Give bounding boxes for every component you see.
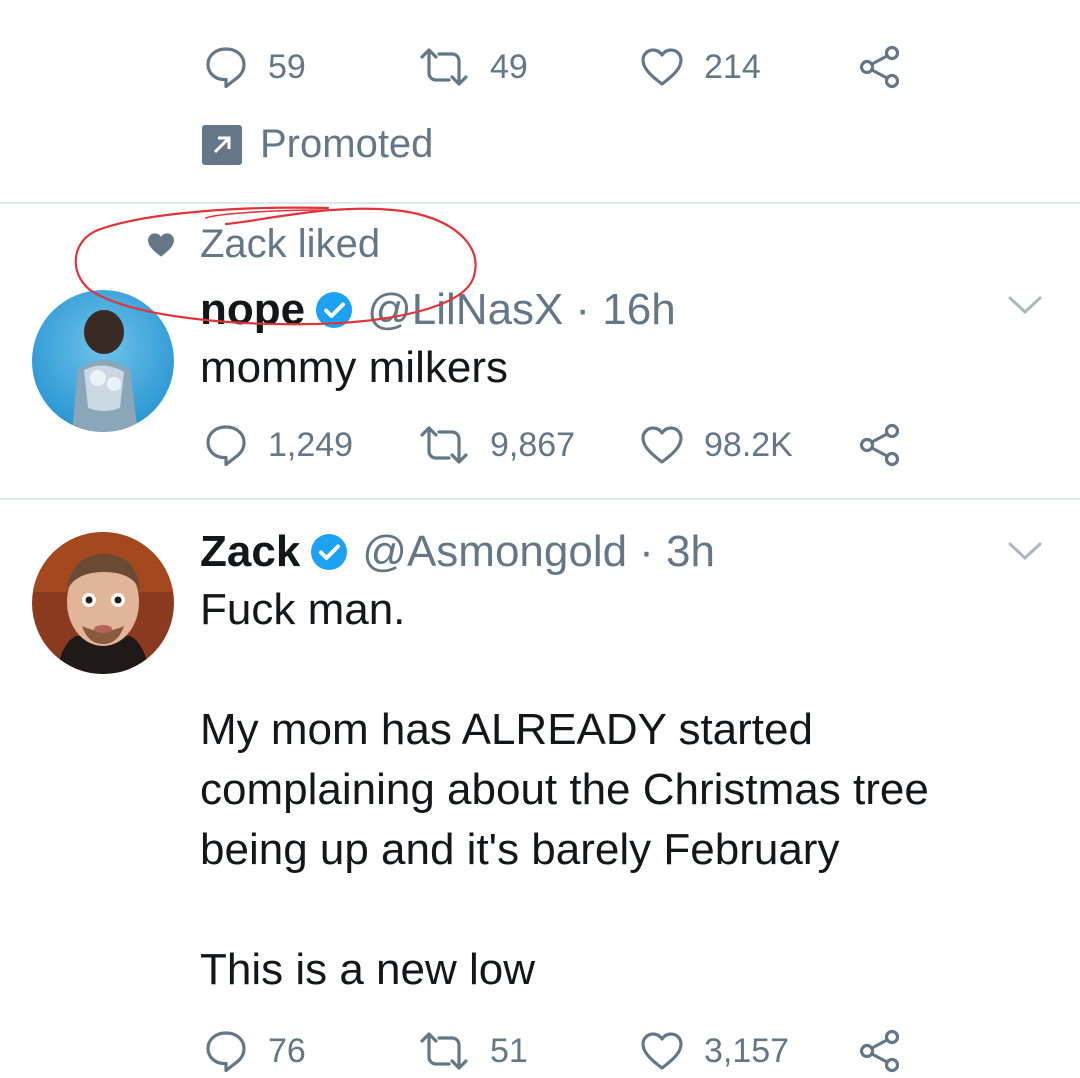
user-handle[interactable]: @Asmongold bbox=[362, 527, 627, 577]
tweet-time: · 16h bbox=[575, 285, 676, 334]
reply-count: 76 bbox=[268, 1031, 306, 1070]
chevron-down-icon[interactable] bbox=[1006, 538, 1044, 564]
tweet-text: Fuck man. My mom has ALREADY started com… bbox=[200, 585, 929, 994]
heart-icon bbox=[641, 426, 683, 464]
like-count: 3,157 bbox=[704, 1031, 790, 1070]
promoted-label: Promoted bbox=[202, 122, 433, 167]
retweet-icon bbox=[420, 1032, 468, 1070]
heart-icon bbox=[641, 1032, 683, 1070]
chevron-down-icon[interactable] bbox=[1006, 292, 1044, 318]
retweet-icon bbox=[420, 48, 468, 86]
avatar[interactable] bbox=[32, 532, 174, 674]
reply-action[interactable]: 76 bbox=[204, 1026, 306, 1076]
share-icon bbox=[859, 1029, 900, 1073]
share-icon bbox=[859, 423, 900, 467]
like-count: 214 bbox=[704, 47, 761, 86]
retweet-action[interactable]: 51 bbox=[418, 1026, 528, 1076]
reply-icon bbox=[206, 425, 246, 467]
like-action[interactable]: 3,157 bbox=[640, 1026, 789, 1076]
like-action[interactable]: 214 bbox=[640, 42, 761, 92]
reply-icon bbox=[206, 1031, 246, 1073]
promoted-icon bbox=[202, 124, 242, 165]
heart-icon bbox=[641, 48, 683, 86]
like-count: 98.2K bbox=[704, 425, 793, 464]
retweet-count: 49 bbox=[490, 47, 528, 86]
share-icon bbox=[859, 45, 900, 89]
verified-badge-icon bbox=[311, 534, 348, 570]
retweet-action[interactable]: 49 bbox=[418, 42, 528, 92]
share-action[interactable] bbox=[858, 42, 902, 92]
tweet-text: mommy milkers bbox=[200, 343, 508, 392]
display-name[interactable]: Zack bbox=[200, 527, 300, 577]
reply-icon bbox=[206, 47, 246, 89]
reply-action[interactable]: 59 bbox=[204, 42, 306, 92]
share-action[interactable] bbox=[858, 420, 902, 470]
share-action[interactable] bbox=[858, 1026, 902, 1076]
retweet-count: 9,867 bbox=[490, 425, 576, 464]
retweet-icon bbox=[420, 426, 468, 464]
tweet-header: Zack @Asmongold · 3h bbox=[200, 524, 715, 580]
tweet-divider bbox=[0, 498, 1080, 500]
reply-action[interactable]: 1,249 bbox=[204, 420, 353, 470]
retweet-count: 51 bbox=[490, 1031, 528, 1070]
reply-count: 59 bbox=[268, 47, 306, 86]
promoted-text: Promoted bbox=[260, 122, 434, 166]
tweet-time: · 3h bbox=[639, 527, 715, 576]
annotation-circle bbox=[74, 206, 477, 326]
like-action[interactable]: 98.2K bbox=[640, 420, 793, 470]
retweet-action[interactable]: 9,867 bbox=[418, 420, 575, 470]
reply-count: 1,249 bbox=[268, 425, 354, 464]
